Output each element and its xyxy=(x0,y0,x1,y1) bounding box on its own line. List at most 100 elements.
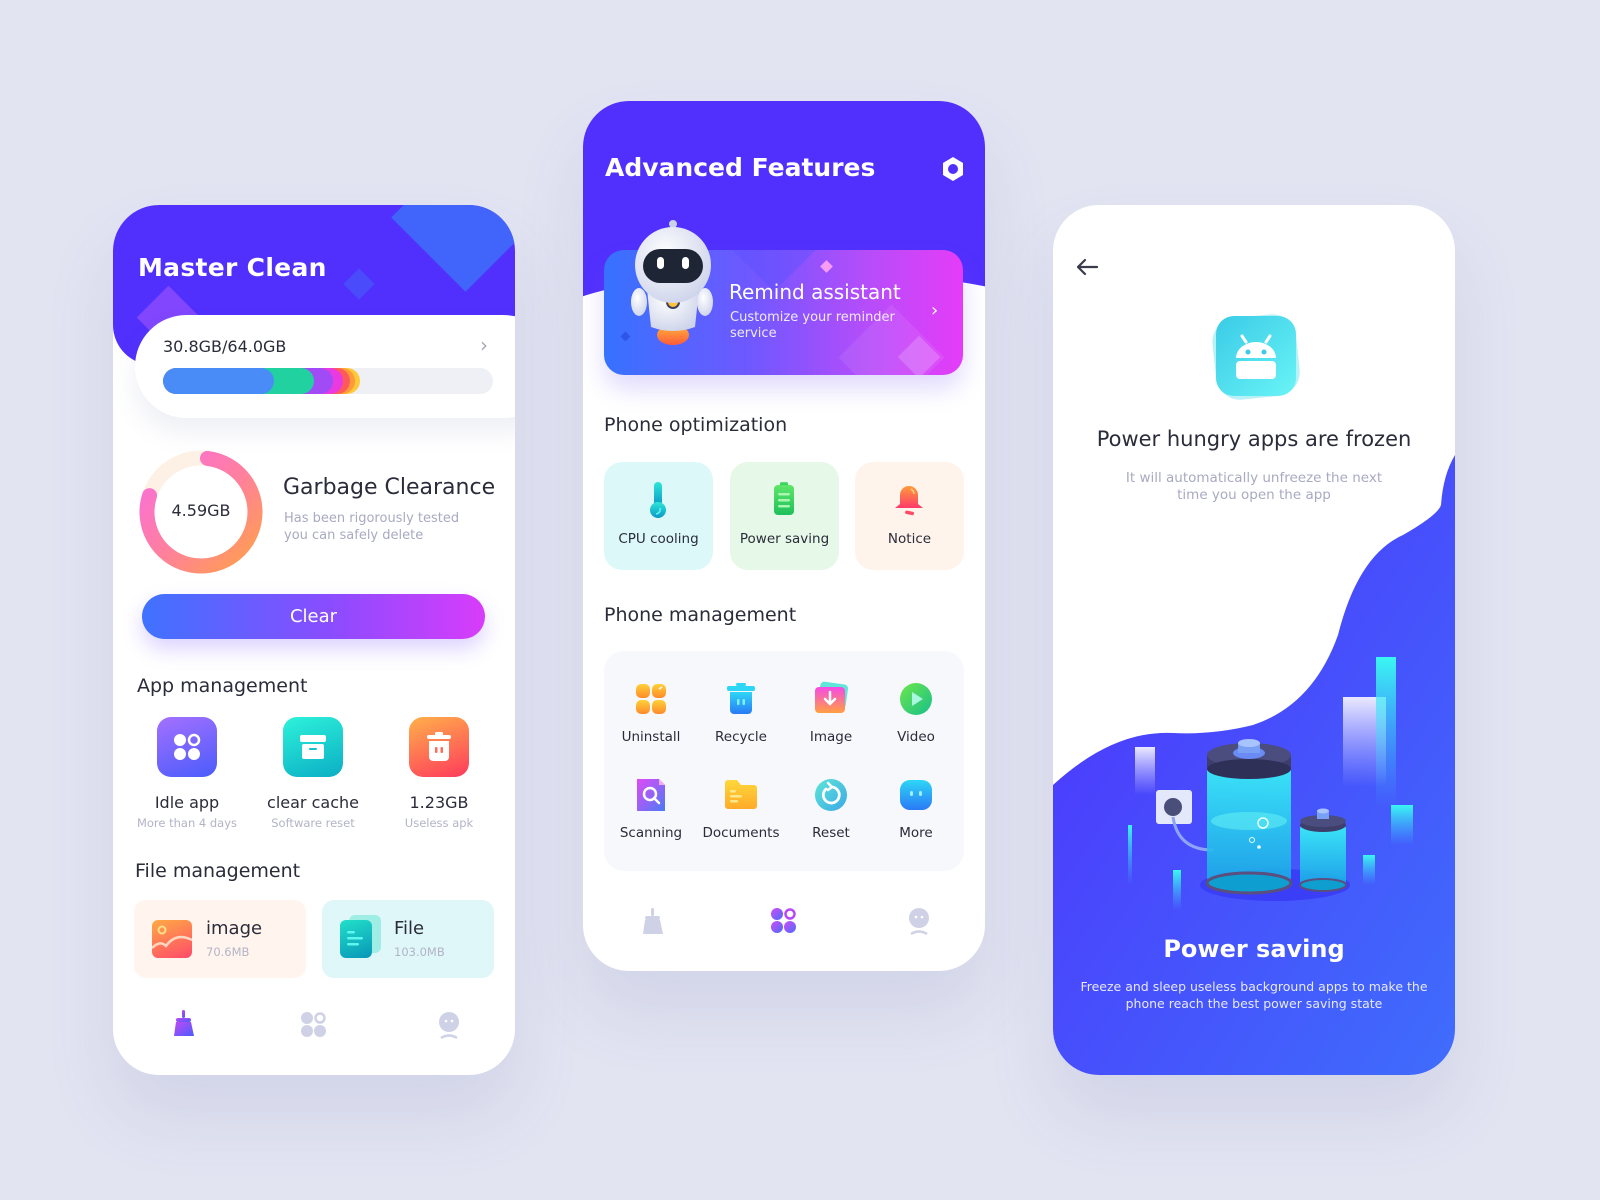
mgmt-item-label: Reset xyxy=(812,825,850,841)
file-card-label: image xyxy=(206,918,263,939)
mgmt-item-scanning[interactable]: Scanning xyxy=(606,777,696,841)
mgmt-item-recycle[interactable]: Recycle xyxy=(696,681,786,745)
power-desc-line: Freeze and sleep useless background apps… xyxy=(1080,979,1428,994)
mgmt-item-label: Video xyxy=(897,729,935,745)
profile-icon[interactable] xyxy=(434,1010,464,1040)
robot-mascot-icon xyxy=(631,220,713,345)
mgmt-item-label: More xyxy=(899,825,933,841)
power-saving-description: Freeze and sleep useless background apps… xyxy=(1073,978,1435,1012)
decor-bar xyxy=(1363,855,1375,885)
remind-title: Remind assistant xyxy=(729,280,901,304)
battery-icon xyxy=(774,482,794,515)
opt-card-label: Notice xyxy=(887,531,932,547)
decor-bar xyxy=(1128,825,1132,885)
app-item-label: 1.23GB xyxy=(409,793,469,812)
file-card-size: 103.0MB xyxy=(394,945,445,959)
profile-icon[interactable] xyxy=(904,906,934,936)
garbage-title: Garbage Clearance xyxy=(283,475,496,500)
app-item-sub: Useless apk xyxy=(404,816,474,830)
garbage-desc-line: you can safely delete xyxy=(284,528,424,543)
file-card-image[interactable]: image 70.6MB xyxy=(134,900,306,978)
mgmt-item-documents[interactable]: Documents xyxy=(696,777,786,841)
app-title: Master Clean xyxy=(138,253,327,282)
app-item-sub: Software reset xyxy=(271,816,355,830)
scan-search-icon xyxy=(637,779,665,811)
chevron-right-icon[interactable]: › xyxy=(480,333,488,357)
mgmt-item-label: Recycle xyxy=(715,729,767,745)
app-management-title: App management xyxy=(137,675,308,697)
page-title: Advanced Features xyxy=(605,153,876,182)
file-card-file[interactable]: File 103.0MB xyxy=(322,900,494,978)
clear-button[interactable]: Clear xyxy=(142,594,485,639)
decor-diamond xyxy=(343,268,375,300)
image-download-icon xyxy=(815,681,849,713)
play-icon xyxy=(900,683,932,715)
mgmt-item-label: Documents xyxy=(702,825,780,841)
battery-small-icon xyxy=(1299,808,1347,892)
decor-bar xyxy=(1376,657,1396,807)
remind-description: Customize your reminder service xyxy=(730,310,895,341)
mgmt-item-reset[interactable]: Reset xyxy=(786,777,876,841)
file-card-label: File xyxy=(394,918,425,939)
plug-icon xyxy=(1164,798,1182,816)
decor-diamond xyxy=(820,260,833,273)
power-saving-screen: Power hungry apps are frozen It will aut… xyxy=(1053,205,1455,1075)
mgmt-item-uninstall[interactable]: Uninstall xyxy=(606,681,696,745)
bell-icon xyxy=(895,486,923,516)
reset-icon xyxy=(815,779,847,811)
mgmt-item-label: Uninstall xyxy=(621,729,681,745)
thermometer-icon xyxy=(650,482,666,518)
frozen-description: It will automatically unfreeze the next … xyxy=(1113,470,1395,504)
phone-management-panel: Uninstall Recycle Image Video Scanning D… xyxy=(604,651,964,871)
mgmt-item-label: Scanning xyxy=(619,825,683,841)
gear-icon[interactable] xyxy=(939,155,967,183)
opt-card-notice[interactable]: Notice xyxy=(855,462,964,570)
mgmt-item-label: Image xyxy=(809,729,853,745)
advanced-features-screen: Advanced Features Remind assistant Custo… xyxy=(583,101,985,971)
opt-card-cpu-cooling[interactable]: CPU cooling xyxy=(604,462,713,570)
recycle-bin-icon xyxy=(727,683,755,714)
decor-bar xyxy=(1391,805,1413,845)
storage-usage-text: 30.8GB/64.0GB xyxy=(163,337,287,356)
app-item-idle-app[interactable]: Idle app More than 4 days xyxy=(127,717,247,830)
garbage-size-value: 4.59GB xyxy=(171,501,231,520)
opt-card-power-saving[interactable]: Power saving xyxy=(730,462,839,570)
frozen-desc-line: It will automatically unfreeze the next xyxy=(1125,470,1383,486)
phone-management-title: Phone management xyxy=(604,604,797,626)
mgmt-item-more[interactable]: More xyxy=(871,777,961,841)
mgmt-item-image[interactable]: Image xyxy=(786,681,876,745)
app-item-clear-cache[interactable]: clear cache Software reset xyxy=(253,717,373,830)
mgmt-item-video[interactable]: Video xyxy=(871,681,961,745)
garbage-desc-line: Has been rigorously tested xyxy=(284,511,460,526)
document-icon xyxy=(340,920,372,958)
trash-icon xyxy=(409,717,469,777)
power-desc-line: phone reach the best power saving state xyxy=(1125,996,1383,1011)
phone-optimization-title: Phone optimization xyxy=(604,414,788,436)
frozen-desc-line: time you open the app xyxy=(1177,487,1331,503)
frozen-title: Power hungry apps are frozen xyxy=(1096,427,1412,451)
more-icon xyxy=(900,780,932,810)
folder-icon xyxy=(725,780,757,809)
storage-progress-bar xyxy=(163,368,493,394)
power-saving-title: Power saving xyxy=(1163,935,1345,963)
opt-card-label: CPU cooling xyxy=(618,531,699,547)
file-card-size: 70.6MB xyxy=(206,945,250,959)
image-icon xyxy=(151,920,193,958)
uninstall-icon xyxy=(636,684,666,714)
opt-card-label: Power saving xyxy=(739,531,830,547)
apps-grid-icon xyxy=(157,717,217,777)
storage-card[interactable]: 30.8GB/64.0GB › xyxy=(135,315,515,418)
master-clean-screen: Master Clean 30.8GB/64.0GB › 4.59GB Garb… xyxy=(113,205,515,1075)
chevron-right-icon[interactable]: › xyxy=(931,300,938,321)
app-item-label: Idle app xyxy=(154,793,220,812)
decor-bar xyxy=(1135,747,1155,795)
battery-large-icon xyxy=(1205,739,1293,895)
broom-icon[interactable] xyxy=(169,1008,199,1038)
arrow-left-icon[interactable] xyxy=(1073,255,1101,279)
broom-icon[interactable] xyxy=(638,906,668,936)
android-app-icon xyxy=(1212,314,1300,400)
apps-grid-icon[interactable] xyxy=(299,1010,329,1040)
decor-diamond xyxy=(391,205,515,292)
app-item-useless-apk[interactable]: 1.23GB Useless apk xyxy=(379,717,499,830)
apps-grid-icon[interactable] xyxy=(769,906,799,936)
